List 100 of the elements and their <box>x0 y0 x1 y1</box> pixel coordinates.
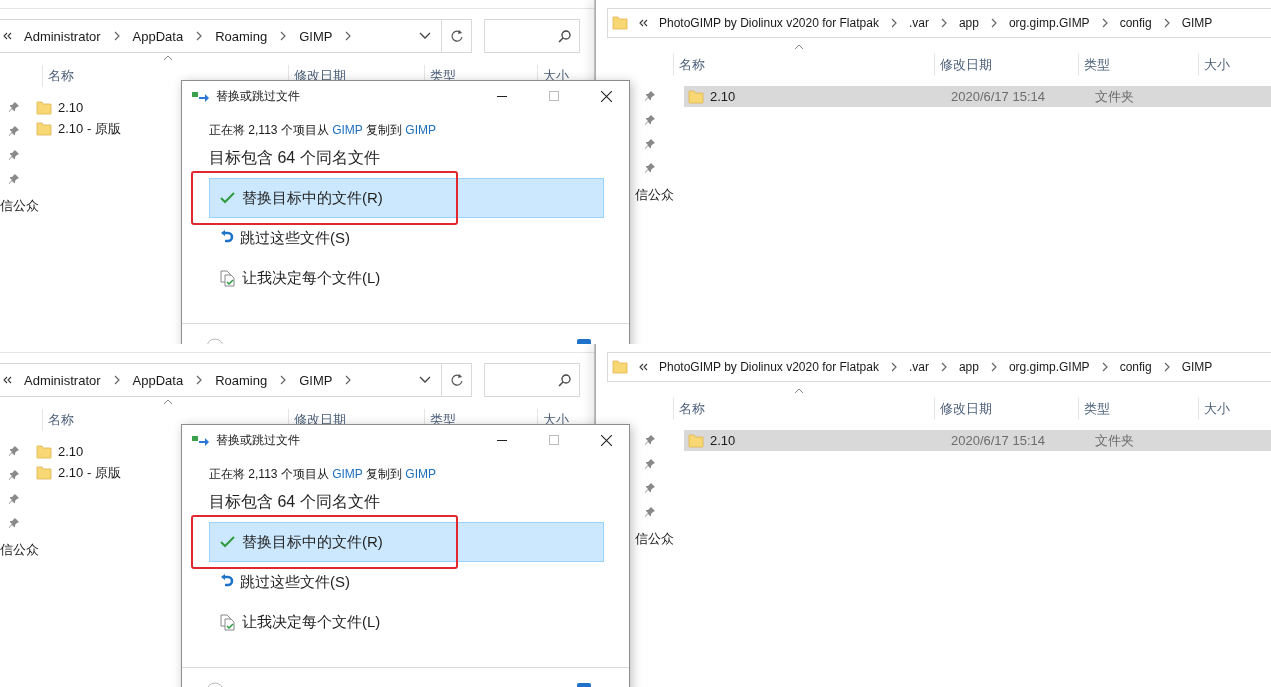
pin-icon[interactable] <box>8 149 20 161</box>
file-row[interactable]: 2.10 - 原版 <box>36 462 121 483</box>
column-header[interactable]: 类型 <box>1078 54 1198 76</box>
pin-icon[interactable] <box>8 469 20 481</box>
folder-icon <box>36 464 52 481</box>
breadcrumb-item[interactable]: AppData <box>132 372 184 388</box>
column-header[interactable]: 修改日期 <box>934 398 1078 420</box>
file-row[interactable]: 2.10 - 原版 <box>36 118 121 139</box>
double-chevron-icon[interactable] <box>638 362 648 372</box>
chevron-right-icon[interactable] <box>1162 362 1171 372</box>
search-field[interactable] <box>484 363 580 397</box>
nav-item[interactable]: 信公众 <box>0 541 39 559</box>
chevron-right-icon[interactable] <box>1100 362 1109 372</box>
pin-icon[interactable] <box>644 138 656 150</box>
close-icon <box>600 434 612 446</box>
pin-icon[interactable] <box>644 90 656 102</box>
column-header[interactable]: 名称 <box>673 398 934 420</box>
breadcrumb-item[interactable]: Administrator <box>24 28 101 44</box>
file-row[interactable]: 2.10 <box>36 441 121 462</box>
chevron-right-icon[interactable] <box>1100 18 1109 28</box>
chevron-down-icon[interactable] <box>419 32 431 40</box>
pin-icon[interactable] <box>8 101 20 113</box>
minimize-icon <box>497 95 507 97</box>
option-button[interactable]: 让我决定每个文件(L) <box>209 258 604 298</box>
chevron-right-icon[interactable] <box>195 31 204 41</box>
chevron-right-icon[interactable] <box>279 31 288 41</box>
chevron-right-icon[interactable] <box>195 375 204 385</box>
breadcrumb-item[interactable]: GIMP <box>1181 360 1213 374</box>
breadcrumb-item[interactable]: Roaming <box>215 372 268 388</box>
pin-icon[interactable] <box>8 517 20 529</box>
double-chevron-icon[interactable] <box>638 18 648 28</box>
pin-icon[interactable] <box>8 125 20 137</box>
pin-icon[interactable] <box>644 482 656 494</box>
option-button[interactable]: 替换目标中的文件(R) <box>209 522 604 562</box>
breadcrumb-item[interactable]: app <box>958 16 979 30</box>
breadcrumb-item[interactable]: PhotoGIMP by Diolinux v2020 for Flatpak <box>659 16 879 30</box>
address-bar[interactable]: PhotoGIMP by Diolinux v2020 for Flatpak .var app org.gimp.GIMP config GIMP <box>607 8 1271 38</box>
pin-icon[interactable] <box>644 114 656 126</box>
option-button[interactable]: 替换目标中的文件(R) <box>209 178 604 218</box>
destination-link[interactable]: GIMP <box>405 123 436 137</box>
source-link[interactable]: GIMP <box>332 123 363 137</box>
column-header[interactable]: 名称 <box>673 54 934 76</box>
chevron-right-icon[interactable] <box>279 375 288 385</box>
breadcrumb-item[interactable]: .var <box>908 16 929 30</box>
breadcrumb-item[interactable]: org.gimp.GIMP <box>1008 16 1090 30</box>
pin-icon[interactable] <box>644 162 656 174</box>
address-bar[interactable]: Administrator AppData Roaming GIMP <box>0 363 472 397</box>
chevron-right-icon[interactable] <box>889 18 898 28</box>
double-chevron-icon[interactable] <box>2 375 12 385</box>
column-header[interactable]: 大小 <box>1198 398 1258 420</box>
chevron-right-icon[interactable] <box>344 375 353 385</box>
folder-icon <box>36 99 52 116</box>
chevron-right-icon[interactable] <box>112 375 121 385</box>
double-chevron-icon[interactable] <box>2 31 12 41</box>
search-field[interactable] <box>484 19 580 53</box>
chevron-right-icon[interactable] <box>939 18 948 28</box>
chevron-right-icon[interactable] <box>112 31 121 41</box>
pin-icon[interactable] <box>644 506 656 518</box>
breadcrumb-item[interactable]: org.gimp.GIMP <box>1008 360 1090 374</box>
breadcrumb-item[interactable]: AppData <box>132 28 184 44</box>
chevron-right-icon[interactable] <box>889 362 898 372</box>
column-header[interactable]: 大小 <box>1198 54 1258 76</box>
dialog-title: 替换或跳过文件 <box>216 431 301 449</box>
option-button[interactable]: 跳过这些文件(S) <box>209 562 604 602</box>
chevron-right-icon[interactable] <box>1162 18 1171 28</box>
file-row[interactable]: 2.10 2020/6/17 15:14 文件夹 <box>684 430 1271 451</box>
breadcrumb-item[interactable]: GIMP <box>299 28 333 44</box>
breadcrumb-item[interactable]: GIMP <box>1181 16 1213 30</box>
chevron-right-icon[interactable] <box>989 18 998 28</box>
folder-icon <box>612 359 628 375</box>
breadcrumb-item[interactable]: Roaming <box>215 28 268 44</box>
breadcrumb-item[interactable]: app <box>958 360 979 374</box>
column-header[interactable]: 类型 <box>1078 398 1198 420</box>
chevron-right-icon[interactable] <box>939 362 948 372</box>
breadcrumb-item[interactable]: .var <box>908 360 929 374</box>
file-row[interactable]: 2.10 <box>36 97 121 118</box>
destination-link[interactable]: GIMP <box>405 467 436 481</box>
address-bar[interactable]: PhotoGIMP by Diolinux v2020 for Flatpak .var app org.gimp.GIMP config GIMP <box>607 352 1271 382</box>
option-button[interactable]: 跳过这些文件(S) <box>209 218 604 258</box>
breadcrumb-item[interactable]: config <box>1119 360 1152 374</box>
pin-icon[interactable] <box>8 493 20 505</box>
option-button[interactable]: 让我决定每个文件(L) <box>209 602 604 642</box>
pin-icon[interactable] <box>644 434 656 446</box>
address-bar[interactable]: Administrator AppData Roaming GIMP <box>0 19 472 53</box>
nav-item[interactable]: 信公众 <box>0 197 39 215</box>
nav-item[interactable]: 信公众 <box>635 186 674 204</box>
file-row[interactable]: 2.10 2020/6/17 15:14 文件夹 <box>684 86 1271 107</box>
pin-icon[interactable] <box>8 173 20 185</box>
breadcrumb-item[interactable]: Administrator <box>24 372 101 388</box>
nav-item[interactable]: 信公众 <box>635 530 674 548</box>
breadcrumb-item[interactable]: GIMP <box>299 372 333 388</box>
pin-icon[interactable] <box>644 458 656 470</box>
chevron-right-icon[interactable] <box>989 362 998 372</box>
source-link[interactable]: GIMP <box>332 467 363 481</box>
chevron-down-icon[interactable] <box>419 376 431 384</box>
column-header[interactable]: 修改日期 <box>934 54 1078 76</box>
breadcrumb-item[interactable]: config <box>1119 16 1152 30</box>
pin-icon[interactable] <box>8 445 20 457</box>
chevron-right-icon[interactable] <box>344 31 353 41</box>
breadcrumb-item[interactable]: PhotoGIMP by Diolinux v2020 for Flatpak <box>659 360 879 374</box>
